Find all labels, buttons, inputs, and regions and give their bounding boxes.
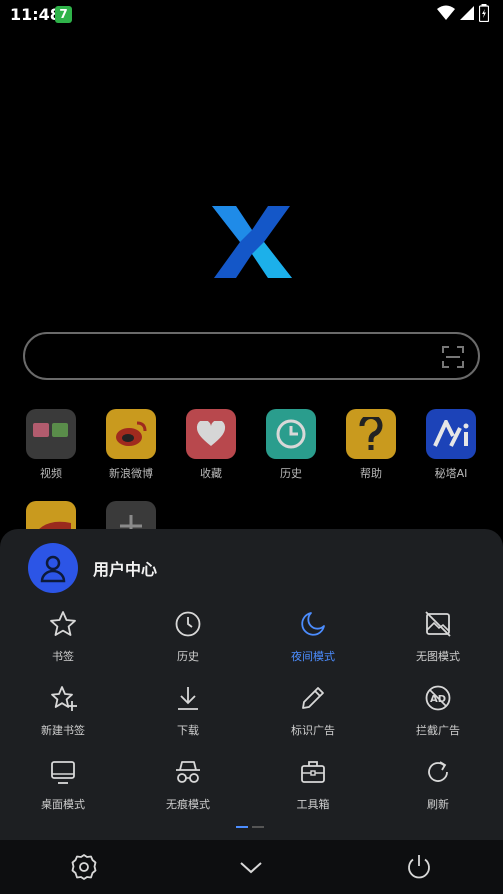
menu-refresh[interactable]: 刷新 bbox=[378, 758, 498, 812]
search-input[interactable] bbox=[23, 332, 480, 380]
avatar[interactable] bbox=[28, 543, 78, 593]
shortcut-label: 帮助 bbox=[360, 467, 382, 480]
clock-icon bbox=[175, 611, 201, 637]
shortcut-label: 视频 bbox=[40, 467, 62, 480]
star-icon bbox=[50, 611, 76, 636]
refresh-icon bbox=[428, 761, 448, 782]
page-dot-active bbox=[236, 826, 248, 828]
menu-download[interactable]: 下载 bbox=[128, 684, 248, 738]
menu-block-ads[interactable]: AD 拦截广告 bbox=[378, 684, 498, 738]
shortcut-favorites[interactable]: 收藏 bbox=[176, 409, 246, 481]
menu-night-mode[interactable]: 夜间模式 bbox=[253, 610, 373, 664]
scan-icon[interactable] bbox=[442, 346, 464, 368]
menu-label: 刷新 bbox=[427, 798, 449, 811]
menu-label: 书签 bbox=[52, 650, 74, 663]
menu-new-bookmark[interactable]: 新建书签 bbox=[3, 684, 123, 738]
page-dot bbox=[252, 826, 264, 828]
shortcut-help[interactable]: 帮助 bbox=[336, 409, 406, 481]
notification-badge: 7 bbox=[55, 6, 72, 23]
menu-label: 下载 bbox=[177, 724, 199, 737]
collapse-chevron-down-icon[interactable] bbox=[237, 853, 265, 881]
menu-label: 桌面模式 bbox=[41, 798, 85, 811]
menu-toolbox[interactable]: 工具箱 bbox=[253, 758, 373, 812]
download-icon bbox=[178, 687, 198, 710]
signal-icon bbox=[460, 6, 474, 20]
status-bar: 11:48 7 bbox=[0, 0, 503, 30]
menu-label: 无痕模式 bbox=[166, 798, 210, 811]
shortcut-metaso-ai[interactable]: 秘塔AI bbox=[416, 409, 486, 481]
shortcut-history[interactable]: 历史 bbox=[256, 409, 326, 481]
ad-block-icon: AD bbox=[425, 685, 451, 711]
battery-icon bbox=[479, 4, 489, 22]
user-center-title: 用户中心 bbox=[93, 560, 158, 579]
bottom-bar bbox=[0, 840, 503, 894]
wifi-icon bbox=[437, 5, 455, 20]
clock-icon bbox=[266, 409, 316, 459]
menu-label: 拦截广告 bbox=[416, 724, 460, 737]
menu-incognito-mode[interactable]: 无痕模式 bbox=[128, 758, 248, 812]
menu-label: 夜间模式 bbox=[291, 650, 335, 663]
metaso-ai-icon bbox=[426, 409, 476, 459]
question-icon bbox=[346, 409, 396, 459]
bottom-sheet-menu: 用户中心 书签 历史 夜间模式 无图模式 新建书签 下载 标识广告 AD 拦截广… bbox=[0, 529, 503, 840]
menu-no-image-mode[interactable]: 无图模式 bbox=[378, 610, 498, 664]
settings-gear-icon[interactable] bbox=[70, 853, 98, 881]
no-image-icon bbox=[425, 611, 451, 637]
shortcut-weibo[interactable]: 新浪微博 bbox=[96, 409, 166, 481]
heart-icon bbox=[186, 409, 236, 459]
shortcut-label: 收藏 bbox=[200, 467, 222, 480]
shortcut-label: 秘塔AI bbox=[434, 467, 468, 480]
status-time: 11:48 bbox=[10, 5, 61, 24]
menu-history[interactable]: 历史 bbox=[128, 610, 248, 664]
menu-label: 工具箱 bbox=[296, 798, 330, 811]
shortcut-label: 历史 bbox=[280, 467, 302, 480]
menu-bookmarks[interactable]: 书签 bbox=[3, 610, 123, 664]
power-exit-icon[interactable] bbox=[405, 853, 433, 881]
moon-icon bbox=[301, 612, 325, 636]
weibo-icon bbox=[106, 409, 156, 459]
toolbox-icon bbox=[301, 761, 325, 783]
incognito-icon bbox=[176, 761, 200, 783]
menu-label: 标识广告 bbox=[291, 724, 335, 737]
menu-label: 新建书签 bbox=[41, 724, 85, 737]
shortcut-video[interactable]: 视频 bbox=[16, 409, 86, 481]
menu-label: 无图模式 bbox=[416, 650, 460, 663]
user-center[interactable]: 用户中心 bbox=[28, 543, 157, 593]
desktop-icon bbox=[51, 761, 75, 784]
pencil-icon bbox=[302, 687, 324, 709]
page-indicator bbox=[236, 826, 264, 828]
browser-logo-icon bbox=[212, 206, 292, 278]
star-plus-icon bbox=[51, 686, 77, 711]
status-icons bbox=[437, 4, 489, 22]
menu-mark-ads[interactable]: 标识广告 bbox=[253, 684, 373, 738]
shortcut-label: 新浪微博 bbox=[109, 467, 153, 480]
menu-desktop-mode[interactable]: 桌面模式 bbox=[3, 758, 123, 812]
menu-label: 历史 bbox=[177, 650, 199, 663]
video-icon bbox=[26, 409, 76, 459]
